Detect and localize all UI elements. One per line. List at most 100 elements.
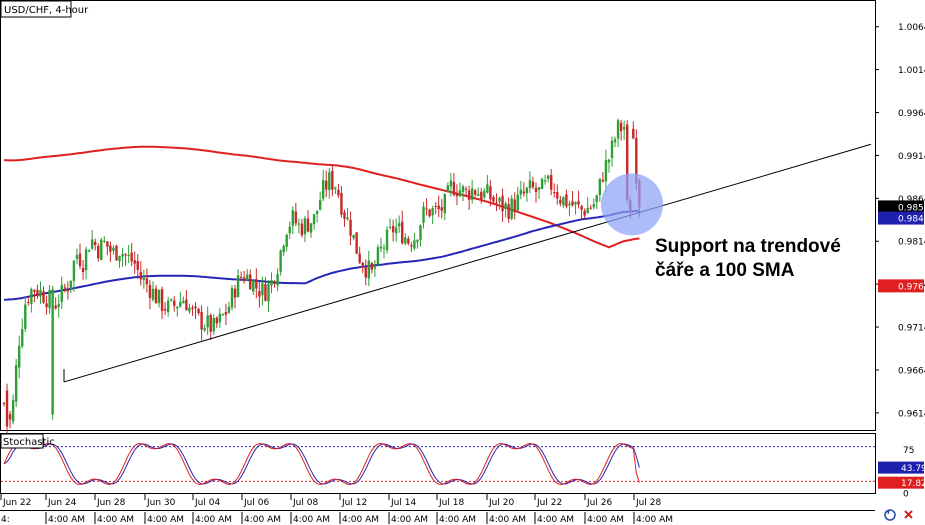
candle-body-25 [78,253,82,267]
candle-body-197 [601,179,605,182]
candle-body-108 [331,170,334,190]
sync-icon[interactable] [884,509,896,521]
candle-body-160 [489,186,492,200]
candle-body-94 [288,226,291,234]
candle-body-100 [306,218,310,232]
candle-body-51 [157,289,161,304]
date-label-7: Jul 12 [341,498,367,508]
candle-body-73 [224,312,228,315]
candle-body-16 [51,289,54,415]
candle-body-74 [227,306,231,313]
candle-body-109 [334,187,337,190]
candle-body-202 [616,120,620,139]
candle-body-150 [458,190,462,197]
candle-body-117 [358,253,361,263]
candle-body-64 [197,308,200,314]
candle-body-98 [300,223,304,236]
price-tick-label-9: 0.9614 [898,409,925,419]
candle-body-102 [312,214,316,225]
usdchf-chart: 75 0 43.79 17.82 1.0064 1.0014 0.9964 0.9914 0.… [0,0,925,525]
candle-body-11 [36,289,39,297]
candle-body-71 [218,313,222,323]
stochastic-panel-frame [0,433,876,494]
main-panel-frame [0,0,876,431]
candle-body-88 [270,280,273,286]
candle-body-189 [577,200,580,205]
price-tick-label-2: 0.9964 [898,109,925,119]
candle-body-31 [97,245,100,259]
time-label-0: 4:00 AM [48,515,85,525]
candle-body-47 [145,278,149,285]
candle-body-75 [230,287,234,308]
candle-body-168 [513,199,516,212]
candle-body-34 [106,241,109,247]
candle-body-151 [461,186,465,192]
candle-body-155 [474,190,477,195]
candle-body-93 [285,234,288,247]
candle-body-13 [42,291,45,303]
candle-body-137 [419,225,422,240]
candle-body-60 [185,299,188,311]
candle-body-89 [273,281,276,284]
candle-body-119 [364,267,367,278]
candle-body-58 [179,301,182,307]
candle-body-114 [349,219,352,236]
candle-body-19 [60,284,63,303]
candle-body-55 [170,299,173,301]
candle-body-122 [373,266,377,269]
candle-body-116 [355,232,358,254]
candle-body-65 [200,311,203,330]
stochastic-tag-0: 43.79 [901,464,925,474]
candle-body-69 [212,318,215,332]
candle-body-4 [14,365,18,402]
candle-body-207 [632,128,635,139]
candle-body-99 [303,218,307,235]
remove-icon[interactable] [904,510,913,519]
candle-body-63 [194,306,197,309]
candle-body-33 [103,240,106,242]
candle-body-134 [410,245,413,247]
candle-body-149 [455,193,459,197]
date-label-11: Jul 22 [536,498,562,508]
candle-body-101 [309,223,313,233]
candle-body-96 [294,211,298,224]
candle-body-200 [610,140,614,159]
candle-body-199 [607,159,611,163]
candle-body-27 [84,249,88,271]
time-label-11: 4:00 AM [587,515,624,525]
candle-body-54 [166,300,170,313]
candle-body-95 [291,210,294,226]
time-label-8: 4:00 AM [439,515,476,525]
candle-body-188 [574,202,577,205]
candle-body-45 [139,272,142,280]
candle-body-191 [583,210,586,216]
candle-body-131 [401,221,404,244]
annotation-line-2: čáře a 100 SMA [655,260,795,281]
candle-body-70 [215,317,218,324]
candle-body-170 [519,189,522,195]
candle-body-14 [45,303,48,308]
candle-body-173 [528,180,532,189]
candle-body-41 [127,255,130,257]
candle-body-52 [160,289,164,311]
candle-body-172 [525,187,529,194]
candle-body-186 [568,203,571,206]
candle-body-59 [182,300,185,304]
date-label-3: Jun 30 [146,498,176,508]
candle-body-26 [81,267,85,272]
candle-body-125 [382,247,386,249]
candle-body-110 [337,189,340,196]
candle-body-171 [522,191,526,194]
candle-body-126 [385,229,389,251]
candle-body-20 [63,287,66,289]
candle-body-201 [613,139,617,143]
stochastic-label: Stochastic [3,437,55,448]
candle-body-53 [163,308,167,311]
candle-body-103 [315,210,319,214]
candle-body-195 [595,195,598,202]
candle-body-107 [328,172,331,190]
candle-body-162 [495,202,498,204]
candle-body-104 [318,200,322,210]
candle-body-165 [504,203,507,209]
candle-body-143 [437,205,440,210]
